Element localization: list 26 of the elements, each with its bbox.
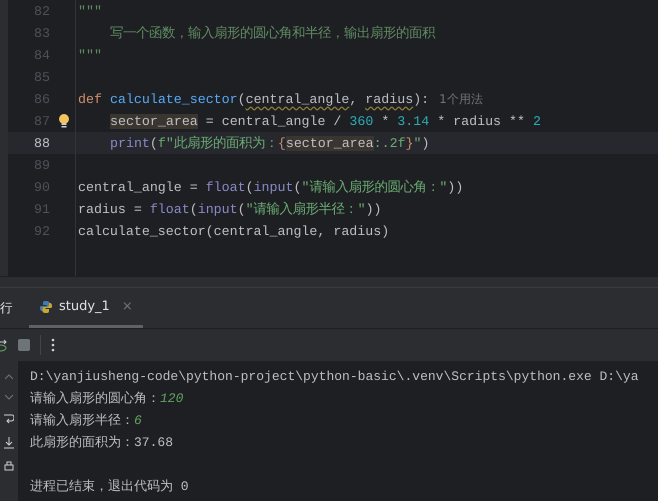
usage-hint[interactable]: 1个用法	[439, 90, 483, 108]
line-number: 88	[33, 136, 50, 150]
code-line: central_angle = float(input("请输入扇形的圆心角："))	[78, 178, 464, 196]
console-line: 请输入扇形半径：6	[30, 412, 142, 429]
rerun-icon[interactable]	[0, 338, 8, 352]
python-icon	[39, 300, 53, 314]
code-line: """	[78, 4, 102, 18]
code-line: """	[78, 48, 102, 62]
code-line: radius = float(input("请输入扇形半径："))	[78, 200, 382, 218]
lightbulb-icon[interactable]	[58, 113, 70, 129]
close-button[interactable]: ×	[122, 299, 133, 314]
print-icon[interactable]	[4, 461, 14, 473]
code-line: def calculate_sector(central_angle, radius):	[78, 92, 430, 106]
wrap-icon[interactable]	[4, 413, 14, 425]
download-icon[interactable]	[4, 437, 14, 449]
horizontal-scrollbar[interactable]	[0, 276, 658, 287]
console-line: 请输入扇形的圆心角：120	[30, 390, 184, 407]
console-line: D:\yanjiusheng-code\python-project\python-basic\.venv\Scripts\python.exe D:\ya	[30, 368, 638, 384]
code-line: calculate_sector(central_angle, radius)	[78, 224, 390, 238]
panel-title: 行	[0, 300, 13, 316]
console-line: 此扇形的面积为：37.68	[30, 434, 174, 451]
console-line: 进程已结束，退出代码为 0	[30, 478, 189, 495]
code-line: sector_area = central_angle / 360 * 3.14 * radius ** 2	[109, 114, 541, 128]
code-line: 写一个函数，输入扇形的圆心角和半径，输出扇形的面积	[109, 24, 435, 42]
more-icon[interactable]	[51, 338, 55, 352]
code-line: print(f"此扇形的面积为：{sector_area:.2f}")	[109, 134, 430, 152]
